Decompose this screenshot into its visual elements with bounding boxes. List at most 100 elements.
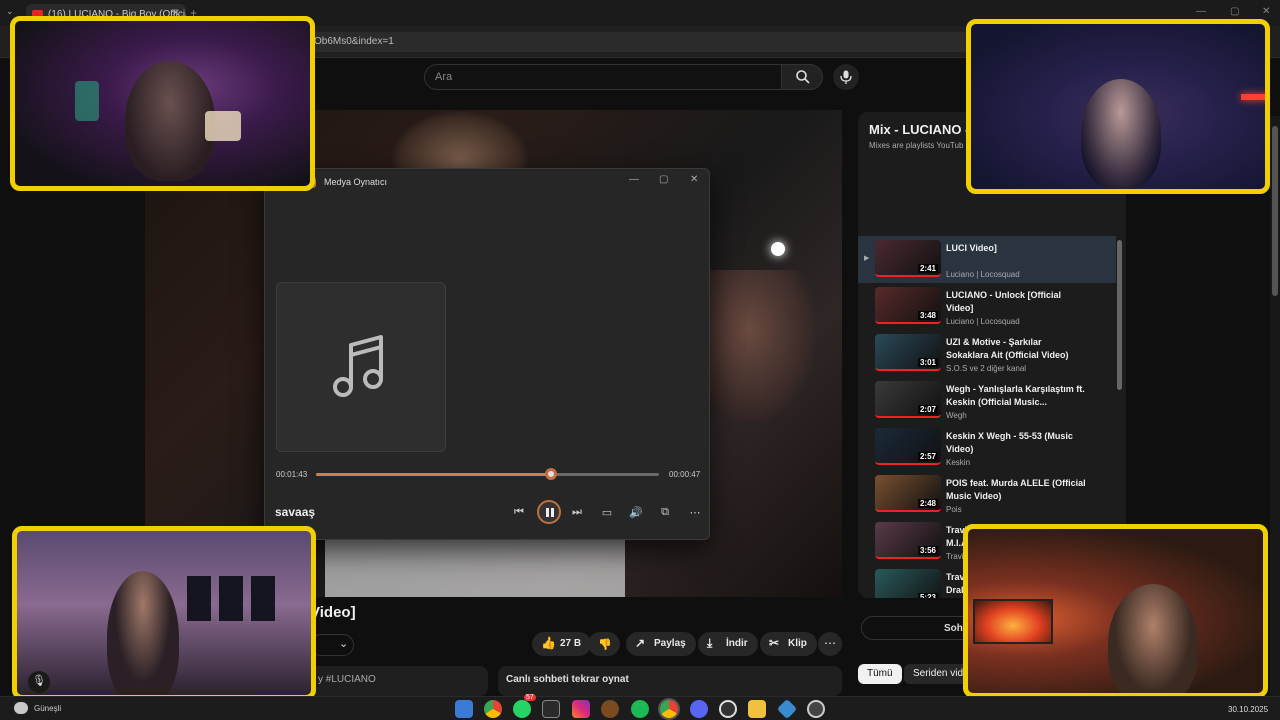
- weather-label[interactable]: Güneşli: [34, 704, 61, 713]
- streamer-silhouette: [1108, 584, 1198, 693]
- fireplace-screen: [973, 599, 1053, 644]
- playlist-thumbnail[interactable]: 5:23: [875, 569, 941, 598]
- playlist-item-title: POIS feat. Murda ALELE (Official Music V…: [946, 478, 1086, 501]
- playlist-thumbnail[interactable]: 2:57: [875, 428, 941, 465]
- pause-button[interactable]: [537, 500, 561, 524]
- track-name: savaaş: [275, 505, 316, 519]
- pause-icon-bar-left: [546, 508, 549, 517]
- search-button[interactable]: [781, 64, 823, 90]
- steam-icon[interactable]: [719, 700, 737, 718]
- now-playing-icon: ▶: [864, 255, 870, 262]
- brave-browser-icon[interactable]: [601, 700, 619, 718]
- url-text: Ob6Ms0&index=1: [314, 36, 394, 47]
- download-icon: ⤓: [707, 636, 713, 650]
- remaining-time: 00:00:47: [669, 470, 701, 479]
- thumbs-up-icon: 👍: [541, 636, 556, 650]
- taskbar-date[interactable]: 30.10.2025: [1228, 705, 1268, 714]
- volume-icon: 🔊: [629, 507, 643, 519]
- download-button[interactable]: ⤓ İndir: [698, 632, 758, 656]
- subtitles-icon: ▭: [601, 507, 613, 519]
- whatsapp-badge: 57: [524, 694, 536, 701]
- video-duration: 2:41: [917, 264, 938, 273]
- mic-muted-icon: 🎙: [28, 671, 50, 693]
- share-label: Paylaş: [654, 638, 686, 649]
- chevron-down-icon: ⌄: [339, 638, 349, 650]
- windows-start-icon[interactable]: [455, 700, 473, 718]
- search-input[interactable]: Ara: [424, 64, 782, 90]
- close-window-icon[interactable]: ✕: [1262, 6, 1270, 17]
- chat-replay-button[interactable]: Canlı sohbeti tekrar oynat: [498, 666, 842, 696]
- discord-icon[interactable]: [690, 700, 708, 718]
- skip-forward-icon: ⏭: [572, 506, 582, 518]
- chrome-icon[interactable]: [484, 700, 502, 718]
- mini-player-button[interactable]: ⧉: [655, 503, 675, 523]
- video-frame-shirt: [325, 540, 625, 597]
- playlist-item-title: LUCI Video]: [946, 243, 997, 253]
- playlist-item-channel: Pois: [946, 505, 962, 514]
- playlist-thumbnail[interactable]: 3:56: [875, 522, 941, 559]
- seek-bar[interactable]: [316, 468, 659, 480]
- clip-button[interactable]: ✂ Klip: [760, 632, 817, 656]
- whatsapp-icon[interactable]: [513, 700, 531, 718]
- windows-taskbar: Güneşli 57 30.10.2025: [0, 694, 1280, 720]
- more-actions-button[interactable]: ⋯: [818, 632, 842, 656]
- playlist-thumbnail[interactable]: 3:01: [875, 334, 941, 371]
- scissors-icon: ✂: [769, 636, 780, 650]
- playlist-item[interactable]: 2:07 Wegh - Yanlışlarla Karşılaştım ft. K…: [858, 377, 1116, 424]
- page-scrollbar[interactable]: [1270, 116, 1280, 720]
- seek-bar-handle[interactable]: [545, 468, 558, 480]
- spotify-icon[interactable]: [631, 700, 649, 718]
- playlist-scrollbar[interactable]: [1117, 240, 1122, 390]
- next-track-button[interactable]: ⏭: [567, 503, 587, 523]
- playlist-thumbnail[interactable]: 2:07: [875, 381, 941, 418]
- tab-list-icon[interactable]: ⌄: [6, 6, 14, 17]
- playlist-item[interactable]: 2:48 POIS feat. Murda ALELE (Official Mus…: [858, 471, 1116, 518]
- like-count: 27 B: [560, 638, 582, 649]
- maximize-icon[interactable]: ▢: [1230, 6, 1239, 17]
- player-more-button[interactable]: ⋯: [685, 503, 705, 523]
- playlist-item[interactable]: 2:57 Keskin X Wegh - 55-53 (Music Video) K…: [858, 424, 1116, 471]
- share-button[interactable]: ↗ Paylaş: [626, 632, 696, 656]
- webcam-overlay-top-right: [966, 19, 1270, 194]
- streamer-silhouette: [107, 571, 179, 695]
- playlist-subtitle: Mixes are playlists YouTub: [869, 141, 964, 150]
- volume-button[interactable]: 🔊: [626, 503, 646, 523]
- more-horizontal-icon: ⋯: [824, 636, 836, 650]
- app-icon[interactable]: [776, 698, 798, 720]
- media-player-taskbar-icon[interactable]: [807, 700, 825, 718]
- previous-track-button[interactable]: ⏮: [509, 503, 529, 523]
- playlist-item[interactable]: 3:01 UZI & Motive - Şarkılar Sokaklara Ai…: [858, 330, 1116, 377]
- video-duration: 2:07: [917, 405, 938, 414]
- album-art-placeholder: [276, 282, 446, 452]
- streamer-silhouette: [125, 61, 215, 181]
- player-minimize-icon[interactable]: —: [629, 174, 639, 185]
- instagram-icon[interactable]: [572, 700, 590, 718]
- seek-bar-progress: [316, 473, 552, 476]
- playlist-thumbnail[interactable]: 2:41: [875, 240, 941, 277]
- page-scrollbar-thumb[interactable]: [1272, 126, 1278, 296]
- video-duration: 2:48: [917, 499, 938, 508]
- description-box[interactable]: y #LUCIANO: [310, 666, 488, 696]
- player-maximize-icon[interactable]: ▢: [659, 174, 668, 185]
- playlist-item[interactable]: ▶ 2:41 LUCI Video] Luciano | Locosquad: [858, 236, 1116, 283]
- like-button[interactable]: 👍 27 B: [532, 632, 592, 656]
- playlist-item-channel: Luciano | Locosquad: [946, 317, 1020, 326]
- green-light: [75, 81, 99, 121]
- notion-icon[interactable]: [542, 700, 560, 718]
- more-horizontal-icon: ⋯: [689, 507, 701, 519]
- playlist-item[interactable]: 3:48 LUCIANO - Unlock [Official Video] Luc…: [858, 283, 1116, 330]
- file-explorer-icon[interactable]: [748, 700, 766, 718]
- desktop-screen: ⌄ (16) LUCIANO - Big Boy (Official ✕ + —…: [0, 0, 1280, 720]
- playlist-item-title: UZI & Motive - Şarkılar Sokaklara Ait (O…: [946, 337, 1069, 360]
- playlist-thumbnail[interactable]: 2:48: [875, 475, 941, 512]
- chip-all[interactable]: Tümü: [858, 664, 902, 684]
- playlist-item-channel: Wegh: [946, 411, 967, 420]
- subscribe-dropdown[interactable]: ⌄: [310, 634, 354, 656]
- playlist-thumbnail[interactable]: 3:48: [875, 287, 941, 324]
- dislike-button[interactable]: 👎: [588, 632, 620, 656]
- chrome-profile-icon[interactable]: [660, 700, 678, 718]
- voice-search-button[interactable]: [833, 64, 859, 90]
- player-close-icon[interactable]: ✕: [690, 174, 698, 185]
- subtitles-button[interactable]: ▭: [597, 503, 617, 523]
- minimize-icon[interactable]: —: [1196, 6, 1206, 17]
